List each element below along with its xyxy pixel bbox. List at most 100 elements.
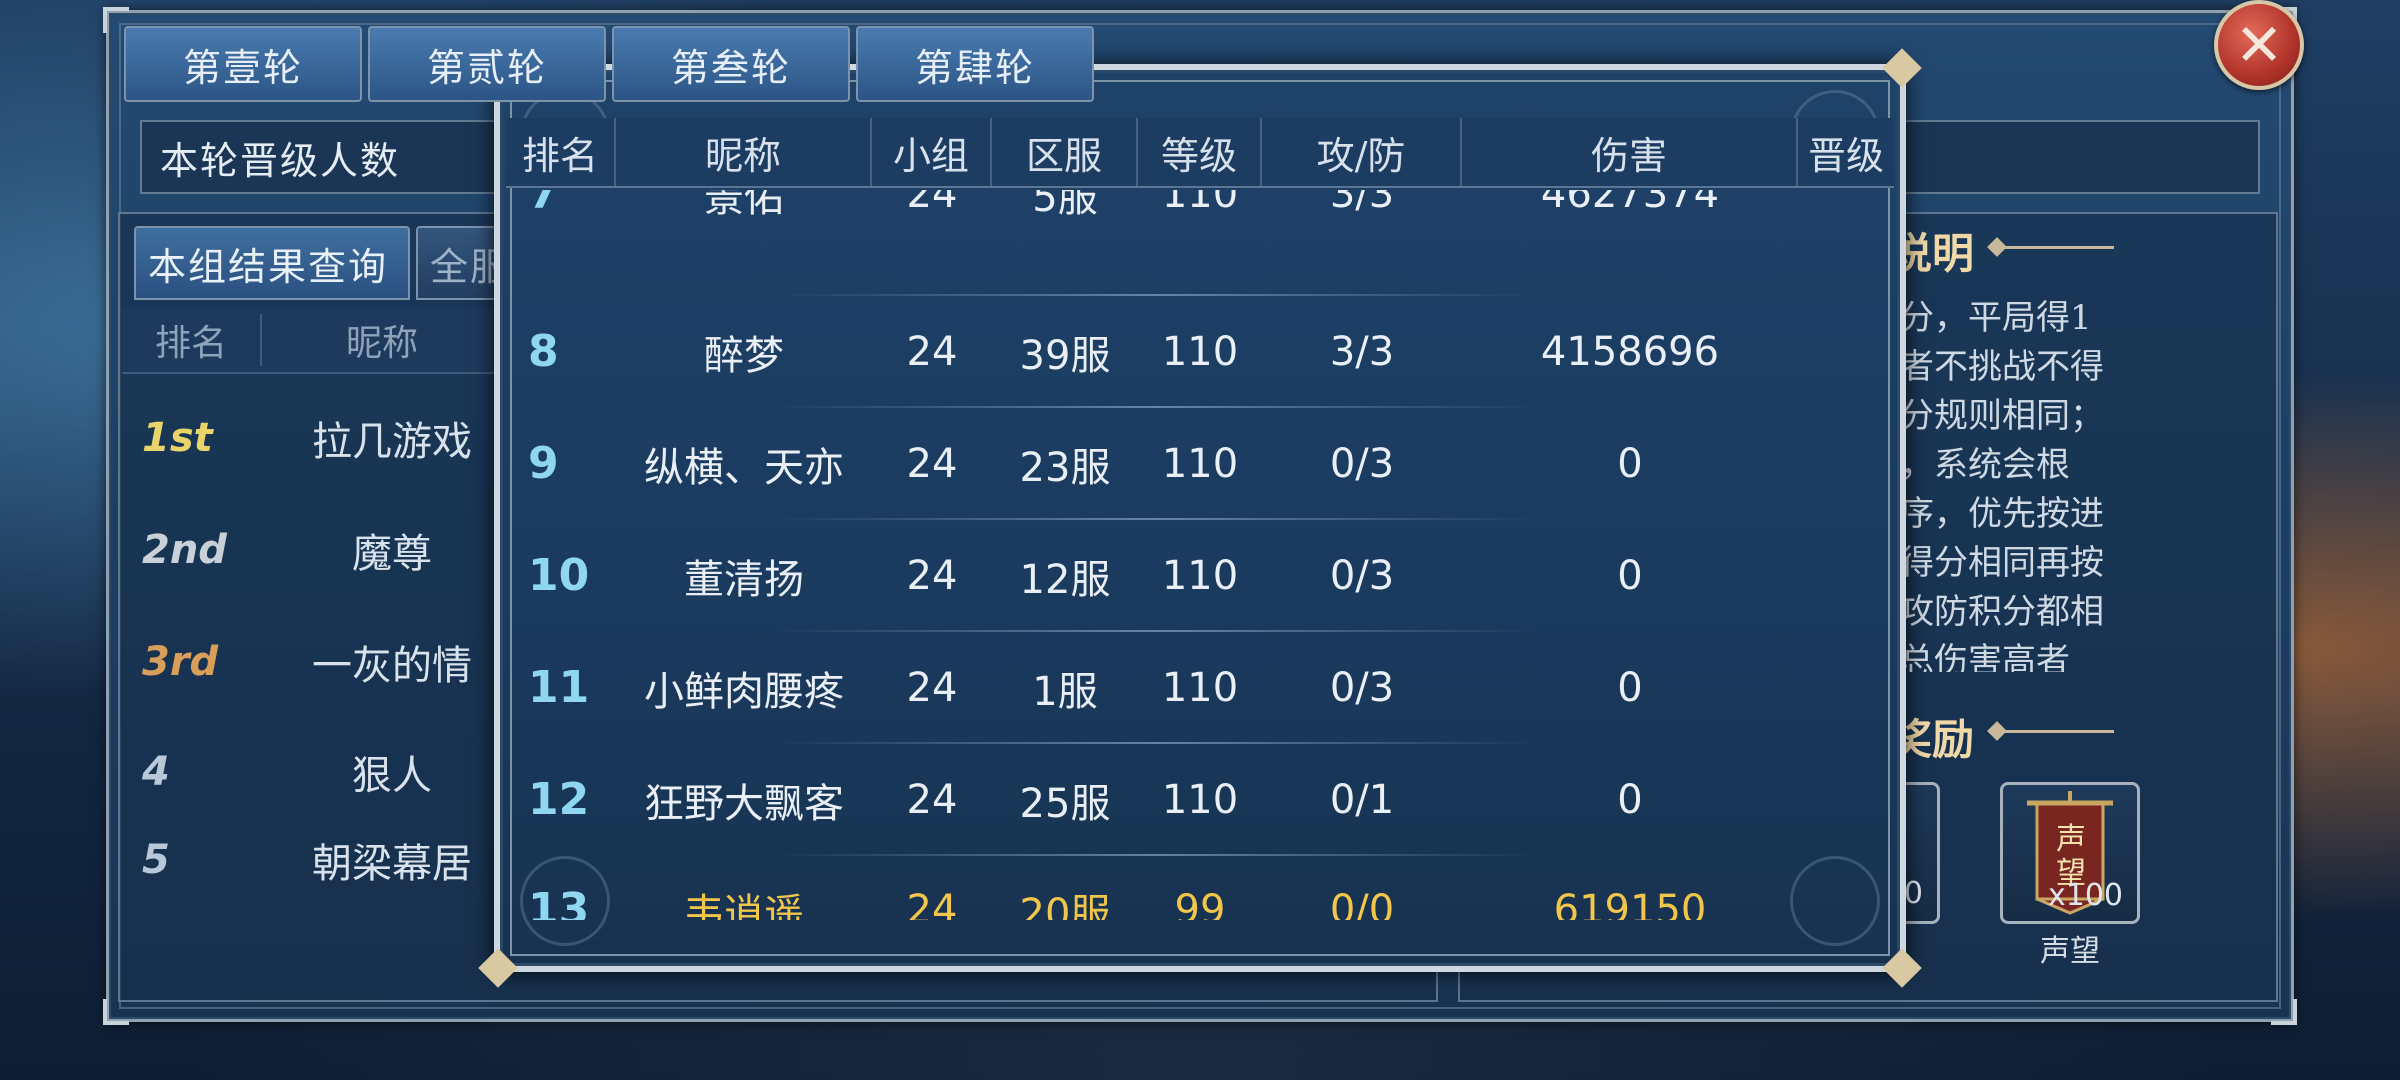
group-cell: 24: [906, 664, 958, 711]
modal-table-header: 排名 昵称 小组 区服 等级 攻/防 伤害 晋级: [506, 118, 1894, 188]
atk-def-cell: 0/3: [1329, 552, 1395, 599]
group-cell: 24: [906, 328, 958, 375]
header-server: 区服: [992, 118, 1138, 186]
rank-cell: 4: [142, 749, 170, 795]
table-row-self[interactable]: 13 韦逍遥 24 20服 99 0/0 619150: [506, 854, 1894, 920]
damage-cell: 4158696: [1540, 328, 1720, 375]
damage-cell: 0: [1617, 776, 1643, 823]
frame-corner: [103, 999, 129, 1025]
rank-cell: 8: [528, 326, 559, 377]
atk-def-cell: 0/3: [1329, 440, 1395, 487]
ornament-line: [2004, 730, 2114, 733]
nick-cell: 韦逍遥: [684, 890, 804, 921]
frame-corner: [2271, 999, 2297, 1025]
server-cell: 5服: [1032, 190, 1098, 221]
rank-cell: 7: [528, 190, 559, 219]
rank-cell: 3rd: [142, 639, 219, 685]
atk-def-cell: 3/3: [1329, 190, 1395, 217]
nick-cell: 景佑: [704, 190, 784, 221]
header-nick: 昵称: [345, 323, 418, 364]
header-rank: 排名: [122, 314, 262, 366]
atk-def-cell: 0/1: [1329, 776, 1395, 823]
tab-round-4[interactable]: 第肆轮: [856, 26, 1094, 102]
nick-cell: 董清扬: [684, 556, 804, 603]
table-row[interactable]: 9 纵横、天亦 24 23服 110 0/3 0: [506, 408, 1894, 519]
group-cell: 24: [906, 190, 958, 217]
damage-cell: 0: [1617, 664, 1643, 711]
nick-cell: 朝梁幕居: [312, 841, 472, 887]
tab-round-1[interactable]: 第壹轮: [124, 26, 362, 102]
level-cell: 110: [1161, 776, 1239, 823]
rules-line: 总伤害高者: [1900, 641, 2070, 672]
close-button[interactable]: ✕: [2214, 0, 2304, 90]
level-cell: 110: [1161, 552, 1239, 599]
level-cell: 99: [1174, 886, 1226, 921]
rank-cell: 9: [528, 438, 559, 489]
rules-line: 得分相同再按: [1900, 543, 2104, 583]
rules-line: 者不挑战不得: [1900, 347, 2104, 387]
atk-def-cell: 0/0: [1329, 886, 1395, 921]
server-cell: 39服: [1019, 332, 1111, 379]
reward-qty: x100: [2047, 878, 2123, 913]
modal-table-body[interactable]: 7 景佑 24 5服 110 3/3 4627374 8 醉梦 24 39服 1…: [506, 190, 1894, 920]
rank-cell: 5: [142, 837, 170, 883]
server-cell: 25服: [1019, 780, 1111, 827]
nick-cell: 醉梦: [704, 332, 784, 379]
nick-cell: 一灰的情: [312, 643, 472, 689]
table-row[interactable]: 5 朝梁幕居: [122, 826, 522, 894]
rank-cell: 13: [528, 884, 590, 920]
round-tabs: 第壹轮 第贰轮 第叁轮 第肆轮: [124, 26, 1094, 102]
group-cell: 24: [906, 776, 958, 823]
server-cell: 20服: [1019, 890, 1111, 921]
header-atk-def: 攻/防: [1262, 118, 1462, 186]
table-row[interactable]: 7 景佑 24 5服 110 3/3 4627374: [506, 190, 1894, 249]
header-advance: 晋级: [1807, 133, 1884, 178]
tab-group-results[interactable]: 本组结果查询: [134, 226, 410, 300]
group-cell: 24: [906, 440, 958, 487]
tab-round-2[interactable]: 第贰轮: [368, 26, 606, 102]
level-cell: 110: [1161, 190, 1239, 217]
table-row[interactable]: 2nd 魔尊: [122, 496, 522, 604]
rules-line: 分，平局得1: [1900, 298, 2092, 338]
table-row[interactable]: 1st 拉几游戏: [122, 384, 522, 492]
reward-qty: 0: [1903, 876, 1923, 911]
table-row[interactable]: 12 狂野大飘客 24 25服 110 0/1 0: [506, 744, 1894, 855]
rank-cell: 2nd: [142, 527, 227, 573]
table-row[interactable]: 10 董清扬 24 12服 110 0/3 0: [506, 520, 1894, 631]
header-nick: 昵称: [616, 118, 872, 186]
header-group: 小组: [872, 118, 992, 186]
server-cell: 12服: [1019, 556, 1111, 603]
header-level: 等级: [1138, 118, 1262, 186]
rank-cell: 10: [528, 550, 590, 601]
atk-def-cell: 3/3: [1329, 328, 1395, 375]
tab-round-3[interactable]: 第叁轮: [612, 26, 850, 102]
rules-text: 分，平局得1 者不挑战不得 分规则相同； ，系统会根 序，优先按进 得分相同再按…: [1900, 294, 2200, 672]
rules-line: 攻防积分都相: [1900, 592, 2104, 632]
ornament-line: [2004, 246, 2114, 249]
table-row[interactable]: 3rd 一灰的情: [122, 608, 522, 716]
table-row[interactable]: 11 小鲜肉腰疼 24 1服 110 0/3 0: [506, 632, 1894, 743]
group-cell: 24: [906, 552, 958, 599]
damage-cell: 0: [1617, 552, 1643, 599]
reward-item-reputation[interactable]: 声望 x100: [2000, 782, 2140, 924]
rank-cell: 11: [528, 662, 590, 713]
level-cell: 110: [1161, 664, 1239, 711]
promote-label: 本轮晋级人数: [160, 138, 401, 183]
nick-cell: 拉几游戏: [312, 419, 472, 465]
level-cell: 110: [1161, 328, 1239, 375]
table-row[interactable]: 4 狠人: [122, 718, 522, 826]
server-cell: 1服: [1032, 668, 1098, 715]
nick-cell: 魔尊: [352, 531, 432, 577]
damage-cell: 0: [1617, 440, 1643, 487]
rules-line: 序，优先按进: [1900, 494, 2104, 534]
table-row[interactable]: 8 醉梦 24 39服 110 3/3 4158696: [506, 296, 1894, 407]
nick-cell: 小鲜肉腰疼: [644, 668, 844, 715]
header-damage: 伤害: [1462, 118, 1798, 186]
level-cell: 110: [1161, 440, 1239, 487]
rules-line: 分规则相同；: [1900, 396, 2104, 436]
atk-def-cell: 0/3: [1329, 664, 1395, 711]
close-icon: ✕: [2234, 11, 2284, 79]
rules-line: ，系统会根: [1900, 445, 2070, 485]
server-cell: 23服: [1019, 444, 1111, 491]
damage-cell: 619150: [1553, 886, 1707, 921]
